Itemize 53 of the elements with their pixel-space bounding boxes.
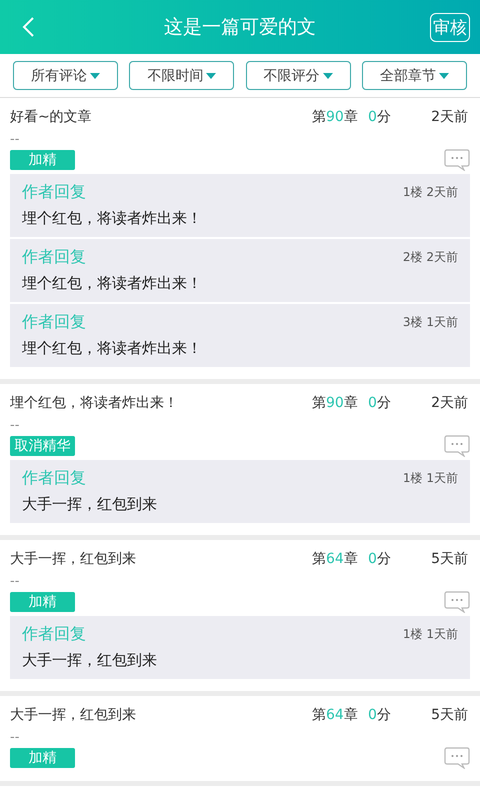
- feature-button[interactable]: 取消精华: [10, 436, 75, 456]
- caret-icon: [206, 72, 216, 78]
- filter-dropdown[interactable]: 不限评分: [246, 61, 351, 90]
- feature-button[interactable]: 加精: [10, 748, 75, 768]
- caret-icon: [322, 72, 333, 78]
- chapter-label: 第64章: [312, 550, 359, 568]
- caret-icon: [438, 72, 449, 78]
- comment-time: 2天前: [430, 108, 468, 126]
- feature-button[interactable]: 加精: [10, 150, 75, 170]
- score-label: 0分: [368, 706, 392, 724]
- chapter-label: 第64章: [312, 706, 359, 724]
- filter-dropdown[interactable]: 不限时间: [129, 61, 234, 90]
- comment-time: 5天前: [430, 550, 468, 568]
- review-button[interactable]: 审核: [430, 12, 470, 42]
- reply-text: 埋个红包，将读者炸出来！: [22, 209, 203, 228]
- reply-text: 大手一挥，红包到来: [22, 651, 158, 670]
- reply-meta: 1楼 2天前: [402, 184, 458, 201]
- comment-body: --: [9, 131, 20, 147]
- reply-meta: 2楼 2天前: [402, 249, 458, 266]
- chapter-label: 第90章: [312, 108, 359, 126]
- caret-icon: [90, 72, 100, 78]
- reply-text: 埋个红包，将读者炸出来！: [22, 339, 203, 358]
- reply-author: 作者回复: [22, 468, 86, 489]
- reply-meta: 1楼 1天前: [402, 470, 458, 487]
- reply-meta: 1楼 1天前: [402, 626, 458, 643]
- score-label: 0分: [368, 394, 392, 412]
- reply-text: 大手一挥，红包到来: [22, 495, 158, 514]
- comment-text: 埋个红包，将读者炸出来！: [10, 394, 179, 412]
- comment-icon[interactable]: [444, 747, 470, 769]
- score-label: 0分: [368, 550, 392, 568]
- comment-icon[interactable]: [444, 591, 470, 613]
- comment-icon[interactable]: [444, 435, 470, 457]
- chapter-label: 第90章: [312, 394, 359, 412]
- filter-dropdown[interactable]: 全部章节: [362, 61, 467, 90]
- comment-body: --: [9, 573, 20, 589]
- reply-author: 作者回复: [22, 624, 86, 645]
- filter-dropdown[interactable]: 所有评论: [13, 61, 118, 90]
- comment-time: 5天前: [430, 706, 468, 724]
- page-title: 这是一篇可爱的文: [164, 15, 316, 40]
- comment-text: 好看~的文章: [10, 108, 93, 126]
- comment-icon[interactable]: [444, 149, 470, 171]
- comment-text: 大手一挥，红包到来: [10, 550, 137, 568]
- comment-body: --: [9, 729, 20, 745]
- reply-author: 作者回复: [22, 182, 86, 203]
- reply-text: 埋个红包，将读者炸出来！: [22, 274, 203, 293]
- reply-author: 作者回复: [22, 247, 86, 268]
- feature-button[interactable]: 加精: [10, 592, 75, 612]
- reply-meta: 3楼 1天前: [402, 314, 458, 331]
- score-label: 0分: [368, 108, 392, 126]
- comment-text: 大手一挥，红包到来: [10, 706, 137, 724]
- reply-author: 作者回复: [22, 312, 86, 333]
- comment-body: --: [9, 417, 20, 433]
- comment-time: 2天前: [430, 394, 468, 412]
